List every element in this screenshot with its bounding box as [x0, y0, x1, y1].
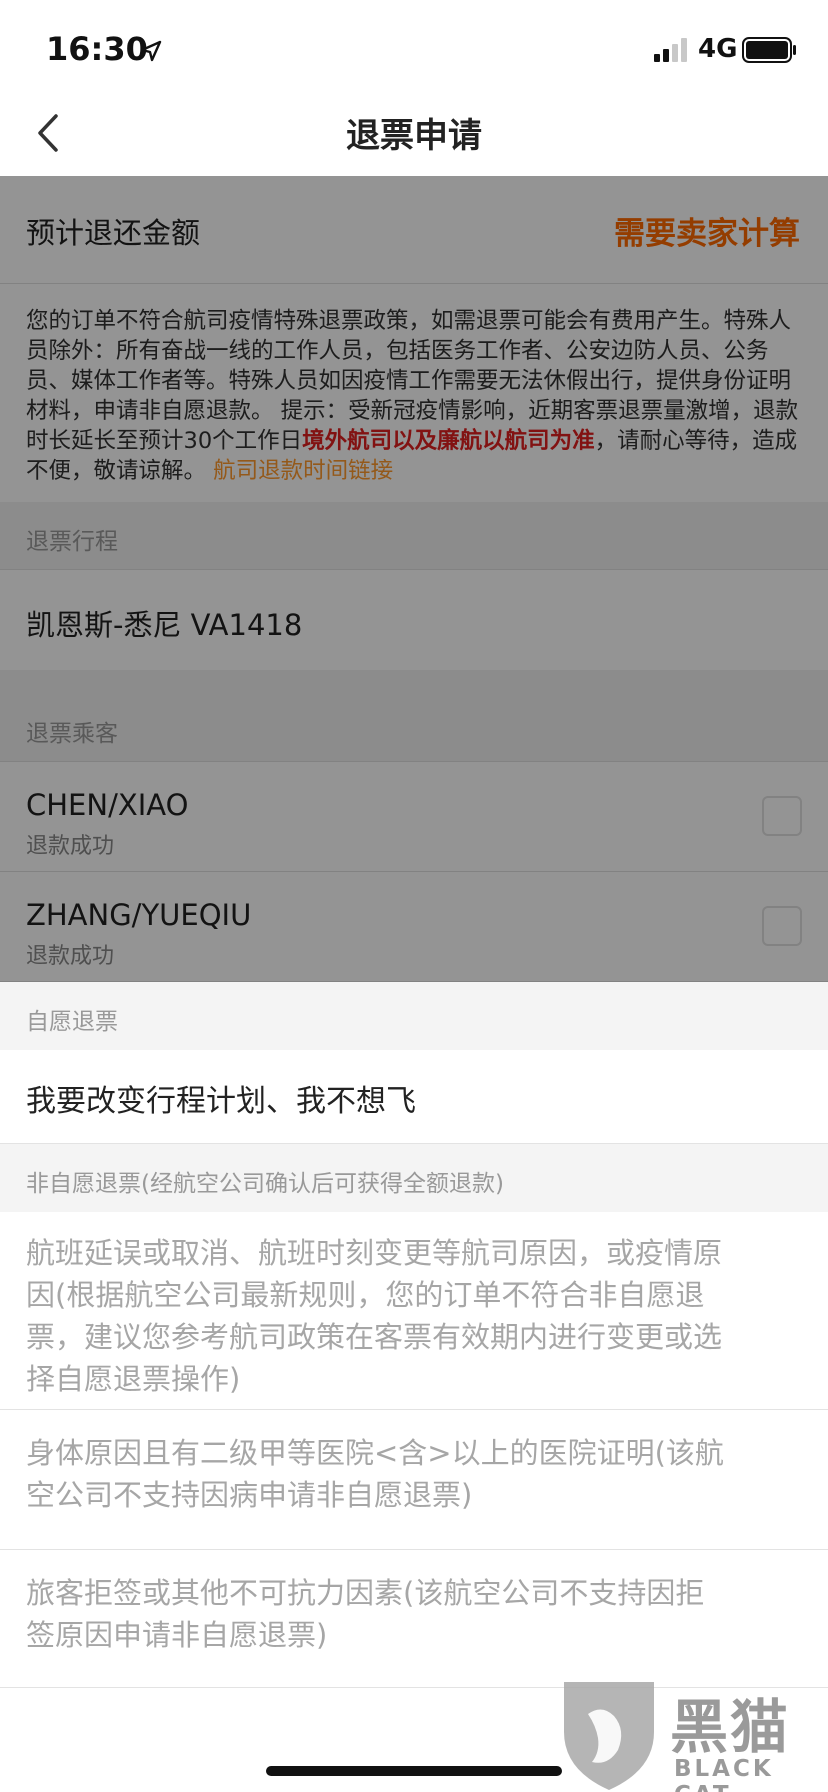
black-cat-watermark: 黑猫 BLACK CAT	[558, 1674, 828, 1792]
navigation-bar: 退票申请	[0, 100, 828, 176]
option-label: 航班延误或取消、航班时刻变更等航司原因，或疫情原因(根据航空公司最新规则，您的订…	[26, 1236, 723, 1396]
involuntary-option-visa-refusal[interactable]: 旅客拒签或其他不可抗力因素(该航空公司不支持因拒签原因申请非自愿退票)	[0, 1550, 828, 1688]
home-indicator[interactable]	[266, 1766, 562, 1776]
refund-reason-sheet: 自愿退票 我要改变行程计划、我不想飞 非自愿退票(经航空公司确认后可获得全额退款…	[0, 982, 828, 1792]
watermark-chinese: 黑猫	[670, 1693, 791, 1761]
watermark-english: BLACK CAT	[674, 1756, 774, 1792]
signal-icon	[654, 38, 687, 62]
black-cat-logo	[564, 1682, 654, 1790]
status-time: 16:30	[46, 30, 148, 68]
voluntary-section-header: 自愿退票	[0, 982, 828, 1050]
involuntary-option-airline-reason[interactable]: 航班延误或取消、航班时刻变更等航司原因，或疫情原因(根据航空公司最新规则，您的订…	[0, 1212, 828, 1410]
status-bar: 16:30 4G	[0, 0, 828, 100]
modal-backdrop[interactable]	[0, 176, 828, 982]
voluntary-refund-option[interactable]: 我要改变行程计划、我不想飞	[0, 1050, 828, 1144]
voluntary-header-label: 自愿退票	[26, 1009, 118, 1035]
involuntary-option-medical[interactable]: 身体原因且有二级甲等医院<含>以上的医院证明(该航空公司不支持因病申请非自愿退票…	[0, 1410, 828, 1550]
battery-icon	[742, 37, 796, 63]
option-label: 身体原因且有二级甲等医院<含>以上的医院证明(该航空公司不支持因病申请非自愿退票…	[26, 1436, 724, 1512]
involuntary-section-header: 非自愿退票(经航空公司确认后可获得全额退款)	[0, 1144, 828, 1212]
involuntary-header-label: 非自愿退票(经航空公司确认后可获得全额退款)	[26, 1171, 504, 1197]
page-title: 退票申请	[346, 116, 482, 156]
voluntary-option-label: 我要改变行程计划、我不想飞	[26, 1084, 416, 1119]
option-label: 旅客拒签或其他不可抗力因素(该航空公司不支持因拒签原因申请非自愿退票)	[26, 1576, 705, 1652]
location-arrow-icon	[140, 40, 162, 62]
network-type: 4G	[698, 34, 738, 64]
